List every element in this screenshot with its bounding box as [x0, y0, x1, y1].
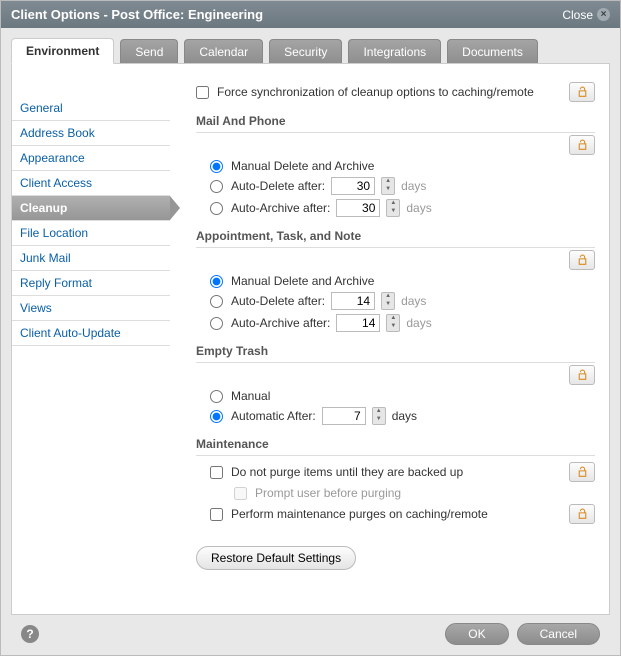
appt-auto-delete-label[interactable]: Auto-Delete after: [231, 294, 325, 308]
sidebar: General Address Book Appearance Client A… [12, 78, 170, 600]
days-label: days [406, 201, 431, 215]
lock-force-sync[interactable] [569, 82, 595, 102]
ok-button[interactable]: OK [445, 623, 508, 645]
mail-auto-delete-stepper[interactable]: ▲▼ [381, 177, 395, 195]
appt-auto-archive-value[interactable] [336, 314, 380, 332]
days-label: days [401, 294, 426, 308]
maint-no-purge-checkbox[interactable] [210, 466, 223, 479]
trash-manual-label[interactable]: Manual [231, 389, 270, 403]
section-mail-phone-title: Mail And Phone [196, 114, 595, 128]
tab-bar: Environment Send Calendar Security Integ… [11, 38, 610, 64]
appt-auto-delete-radio[interactable] [210, 295, 223, 308]
days-label: days [401, 179, 426, 193]
force-sync-checkbox[interactable] [196, 86, 209, 99]
trash-auto-value[interactable] [322, 407, 366, 425]
tab-documents[interactable]: Documents [447, 39, 538, 64]
force-sync-label[interactable]: Force synchronization of cleanup options… [217, 85, 534, 99]
close-icon: × [597, 8, 610, 21]
lock-appt[interactable] [569, 250, 595, 270]
titlebar: Client Options - Post Office: Engineerin… [1, 1, 620, 28]
trash-auto-label[interactable]: Automatic After: [231, 409, 316, 423]
sidebar-item-reply-format[interactable]: Reply Format [12, 271, 170, 296]
maint-prompt-checkbox[interactable] [234, 487, 247, 500]
sidebar-item-file-location[interactable]: File Location [12, 221, 170, 246]
trash-manual-radio[interactable] [210, 390, 223, 403]
sidebar-item-general[interactable]: General [12, 96, 170, 121]
tab-send[interactable]: Send [120, 39, 178, 64]
section-maint-title: Maintenance [196, 437, 595, 451]
unlock-icon [576, 508, 589, 521]
help-icon[interactable]: ? [21, 625, 39, 643]
divider [196, 132, 595, 133]
close-button[interactable]: Close × [562, 8, 610, 22]
client-options-dialog: Client Options - Post Office: Engineerin… [0, 0, 621, 656]
mail-auto-archive-radio[interactable] [210, 202, 223, 215]
sidebar-item-address-book[interactable]: Address Book [12, 121, 170, 146]
mail-auto-archive-value[interactable] [336, 199, 380, 217]
sidebar-item-views[interactable]: Views [12, 296, 170, 321]
appt-auto-archive-label[interactable]: Auto-Archive after: [231, 316, 330, 330]
content: Force synchronization of cleanup options… [170, 78, 595, 600]
lock-maint-no-purge[interactable] [569, 462, 595, 482]
appt-manual-radio[interactable] [210, 275, 223, 288]
window-title: Client Options - Post Office: Engineerin… [11, 7, 263, 22]
force-sync-row: Force synchronization of cleanup options… [196, 82, 595, 102]
divider [196, 362, 595, 363]
maint-caching-label[interactable]: Perform maintenance purges on caching/re… [231, 507, 488, 521]
restore-defaults-button[interactable]: Restore Default Settings [196, 546, 356, 570]
cancel-button[interactable]: Cancel [517, 623, 600, 645]
lock-maint-caching[interactable] [569, 504, 595, 524]
lock-trash[interactable] [569, 365, 595, 385]
panel: General Address Book Appearance Client A… [11, 63, 610, 615]
footer: ? OK Cancel [11, 615, 610, 655]
lock-mail-phone[interactable] [569, 135, 595, 155]
tab-environment[interactable]: Environment [11, 38, 114, 64]
tab-calendar[interactable]: Calendar [184, 39, 263, 64]
tab-security[interactable]: Security [269, 39, 342, 64]
mail-auto-delete-label[interactable]: Auto-Delete after: [231, 179, 325, 193]
appt-auto-delete-stepper[interactable]: ▲▼ [381, 292, 395, 310]
appt-auto-archive-radio[interactable] [210, 317, 223, 330]
unlock-icon [576, 466, 589, 479]
mail-auto-archive-stepper[interactable]: ▲▼ [386, 199, 400, 217]
mail-auto-archive-label[interactable]: Auto-Archive after: [231, 201, 330, 215]
trash-auto-stepper[interactable]: ▲▼ [372, 407, 386, 425]
tab-integrations[interactable]: Integrations [348, 39, 441, 64]
trash-auto-radio[interactable] [210, 410, 223, 423]
unlock-icon [576, 86, 589, 99]
mail-auto-delete-radio[interactable] [210, 180, 223, 193]
sidebar-item-appearance[interactable]: Appearance [12, 146, 170, 171]
unlock-icon [576, 369, 589, 382]
days-label: days [406, 316, 431, 330]
maint-no-purge-label[interactable]: Do not purge items until they are backed… [231, 465, 463, 479]
maint-prompt-label[interactable]: Prompt user before purging [255, 486, 401, 500]
mail-manual-radio[interactable] [210, 160, 223, 173]
section-appt-title: Appointment, Task, and Note [196, 229, 595, 243]
divider [196, 247, 595, 248]
sidebar-item-client-access[interactable]: Client Access [12, 171, 170, 196]
unlock-icon [576, 254, 589, 267]
appt-manual-label[interactable]: Manual Delete and Archive [231, 274, 374, 288]
days-label: days [392, 409, 417, 423]
appt-auto-archive-stepper[interactable]: ▲▼ [386, 314, 400, 332]
sidebar-item-client-auto-update[interactable]: Client Auto-Update [12, 321, 170, 346]
sidebar-item-junk-mail[interactable]: Junk Mail [12, 246, 170, 271]
section-trash-title: Empty Trash [196, 344, 595, 358]
sidebar-item-cleanup[interactable]: Cleanup [12, 196, 170, 221]
mail-auto-delete-value[interactable] [331, 177, 375, 195]
appt-auto-delete-value[interactable] [331, 292, 375, 310]
divider [196, 455, 595, 456]
dialog-body: Environment Send Calendar Security Integ… [1, 28, 620, 655]
mail-manual-label[interactable]: Manual Delete and Archive [231, 159, 374, 173]
unlock-icon [576, 139, 589, 152]
maint-caching-checkbox[interactable] [210, 508, 223, 521]
